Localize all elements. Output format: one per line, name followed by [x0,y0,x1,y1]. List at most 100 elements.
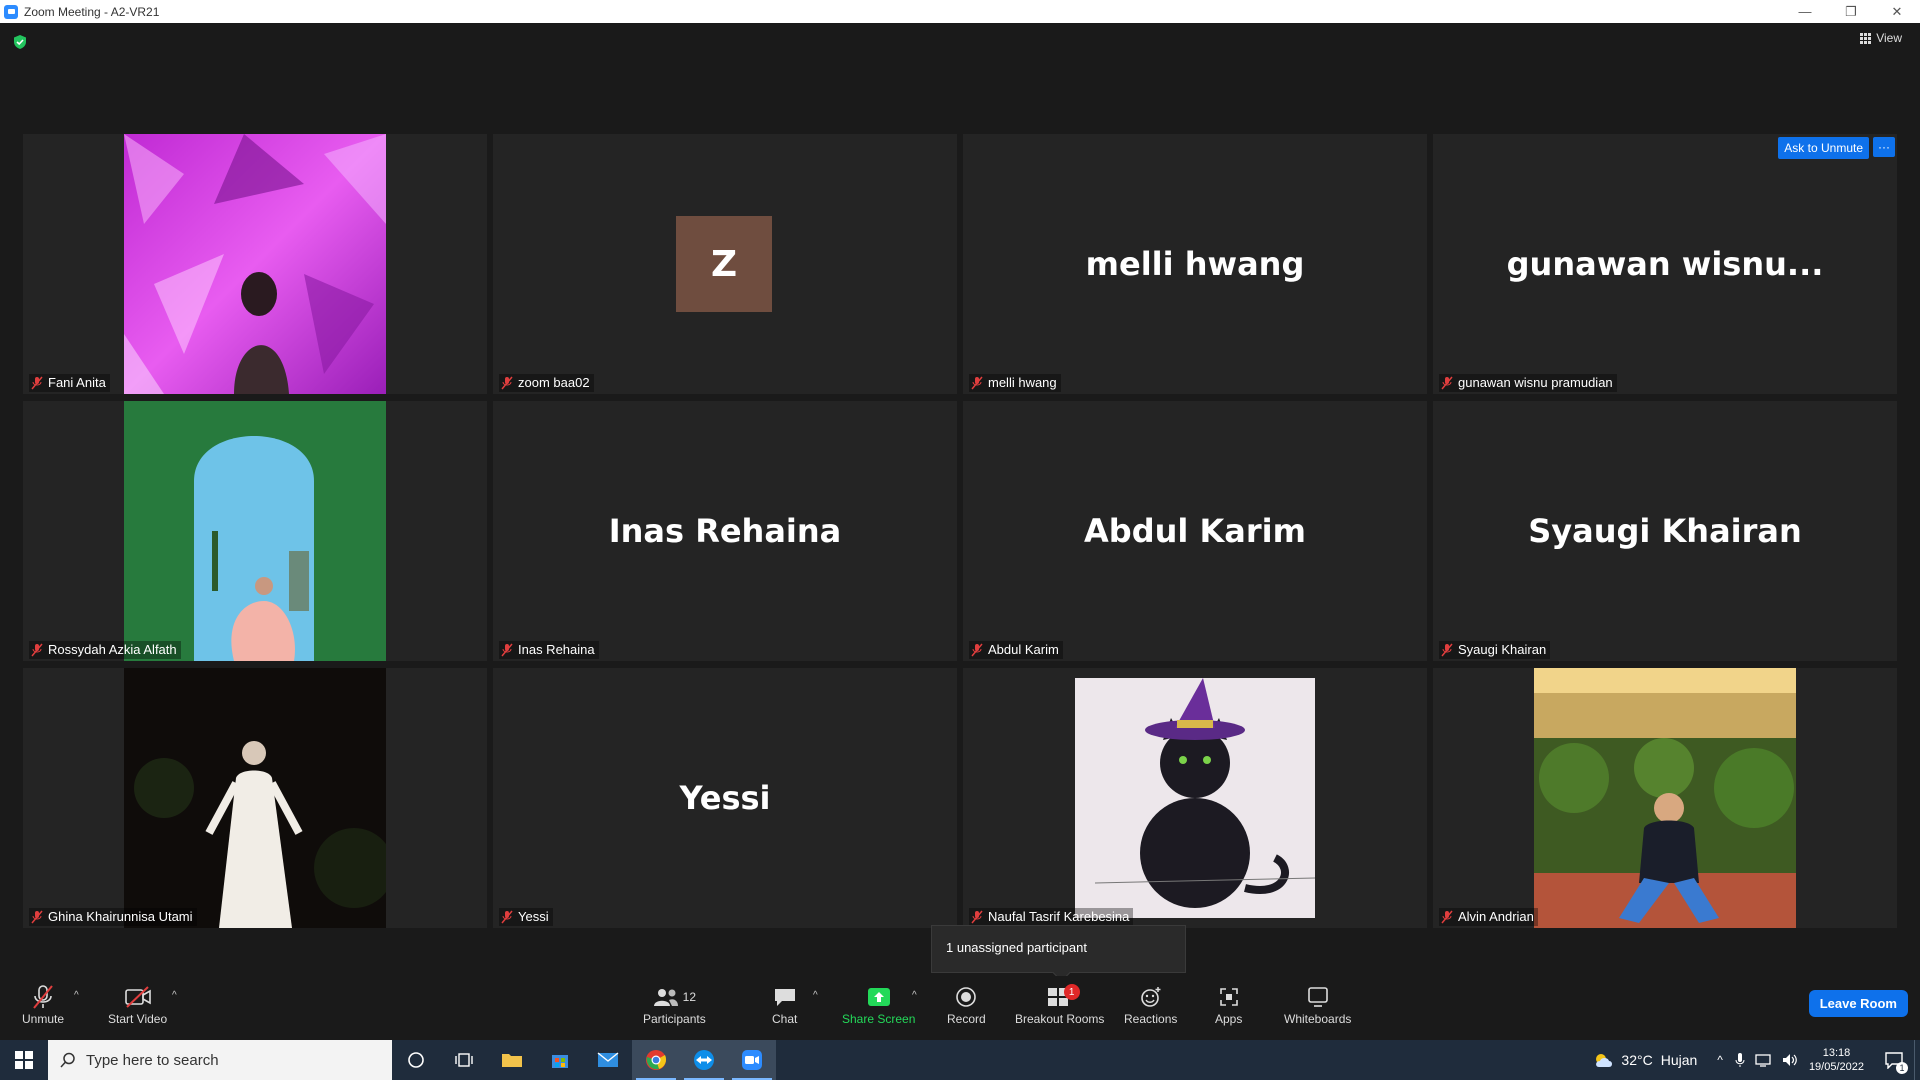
system-tray: 32°C Hujan ^ 13:18 19/05/2022 1 [1593,1040,1920,1080]
zoom-app-icon [4,4,18,19]
volume-icon[interactable] [1781,1052,1799,1068]
audio-options-caret[interactable]: ^ [74,990,79,1001]
participant-tile[interactable]: Z zoom baa02 [493,134,957,394]
taskbar-zoom[interactable] [728,1040,776,1080]
share-options-caret[interactable]: ^ [912,990,917,1001]
weather-temperature[interactable]: 32°C [1621,1052,1652,1068]
participant-name-label: Yessi [499,908,553,926]
share-screen-button[interactable]: Share Screen [842,982,915,1026]
muted-mic-icon [1441,910,1453,923]
start-button[interactable] [0,1040,48,1080]
participant-display-name: Yessi [679,779,771,817]
participant-video-image [124,134,386,394]
weather-cloud-icon[interactable] [1593,1051,1615,1069]
action-center-button[interactable]: 1 [1874,1040,1914,1080]
participants-button[interactable]: 12 Participants [643,982,706,1026]
participant-video-image [1075,678,1315,918]
muted-mic-icon [33,985,53,1009]
view-button[interactable]: View [1860,31,1902,45]
participant-tile[interactable]: Yessi Yessi [493,668,957,928]
whiteboard-icon [1307,987,1328,1007]
tray-overflow-chevron-icon[interactable]: ^ [1717,1053,1723,1067]
weather-description[interactable]: Hujan [1661,1052,1698,1068]
participant-display-name: gunawan wisnu... [1506,245,1824,283]
taskbar-chrome[interactable] [632,1040,680,1080]
participant-tile[interactable]: melli hwang melli hwang [963,134,1427,394]
restore-button[interactable]: ❐ [1828,0,1874,23]
whiteboards-button[interactable]: Whiteboards [1284,982,1351,1026]
participant-tile[interactable]: Inas Rehaina Inas Rehaina [493,401,957,661]
participant-tile[interactable]: Naufal Tasrif Karebesina [963,668,1427,928]
participant-tile[interactable]: Alvin Andrian [1433,668,1897,928]
network-icon[interactable] [1755,1052,1773,1068]
participant-tile[interactable]: Abdul Karim Abdul Karim [963,401,1427,661]
taskbar-search[interactable]: Type here to search [48,1040,392,1080]
clock-date: 19/05/2022 [1808,1061,1864,1073]
leave-room-button[interactable]: Leave Room [1808,990,1908,1017]
cortana-button[interactable] [392,1040,440,1080]
meeting-toolbar: Unmute ^ Start Video ^ 12 Participants C… [0,976,1920,1040]
participant-name-label: Syaugi Khairan [1439,641,1551,659]
apps-button[interactable]: Apps [1215,982,1242,1026]
taskbar-clock[interactable]: 13:18 19/05/2022 [1809,1046,1864,1074]
task-view-button[interactable] [440,1040,488,1080]
muted-mic-icon [1441,376,1453,389]
search-icon [60,1052,75,1068]
participant-display-name: Inas Rehaina [608,512,842,550]
microphone-tray-icon[interactable] [1735,1052,1745,1068]
close-button[interactable]: ✕ [1874,0,1920,23]
muted-mic-icon [31,643,43,656]
participant-display-name: Abdul Karim [1084,512,1306,550]
chat-options-caret[interactable]: ^ [813,990,818,1001]
participant-video-image [124,401,386,661]
participant-tile[interactable]: Ghina Khairunnisa Utami [23,668,487,928]
store-icon [552,1055,568,1068]
muted-mic-icon [971,910,983,923]
participant-name-label: melli hwang [969,374,1061,392]
chat-button[interactable]: Chat [772,982,797,1026]
participant-name-label: Naufal Tasrif Karebesina [969,908,1134,926]
unmute-button[interactable]: Unmute [22,982,64,1026]
participant-tile[interactable]: Fani Anita [23,134,487,394]
muted-mic-icon [1441,643,1453,656]
encryption-shield-icon[interactable] [12,34,28,50]
participant-name-label: Alvin Andrian [1439,908,1538,926]
participant-tile[interactable]: gunawan wisnu... Ask to Unmute ··· gunaw… [1433,134,1897,394]
taskbar-teamviewer[interactable] [680,1040,728,1080]
share-screen-icon [867,988,890,1006]
participant-tile[interactable]: Rossydah Azkia Alfath [23,401,487,661]
participant-name-label: Inas Rehaina [499,641,599,659]
taskbar-mail[interactable] [584,1040,632,1080]
view-label: View [1876,31,1902,45]
cortana-icon [408,1052,424,1068]
chat-icon [774,989,795,1006]
minimize-button[interactable]: — [1782,0,1828,23]
video-options-caret[interactable]: ^ [172,990,177,1001]
record-button[interactable]: Record [947,982,986,1026]
show-desktop-button[interactable] [1914,1040,1920,1080]
start-video-button[interactable]: Start Video [108,982,167,1026]
taskbar-file-explorer[interactable] [488,1040,536,1080]
participant-name-label: Abdul Karim [969,641,1063,659]
participant-name-label: Rossydah Azkia Alfath [29,641,181,659]
clock-time: 13:18 [1822,1047,1851,1059]
muted-mic-icon [501,376,513,389]
reactions-button[interactable]: Reactions [1124,982,1177,1026]
more-options-button[interactable]: ··· [1873,137,1895,157]
participant-video-image [1534,668,1796,928]
taskbar-store[interactable] [536,1040,584,1080]
task-view-icon [455,1053,473,1067]
muted-mic-icon [971,376,983,389]
muted-mic-icon [31,376,43,389]
breakout-rooms-button[interactable]: 1 Breakout Rooms [1015,982,1104,1026]
teamviewer-icon [694,1050,714,1070]
participant-name-label: zoom baa02 [499,374,594,392]
ask-to-unmute-button[interactable]: Ask to Unmute [1778,137,1869,159]
zoom-icon [742,1050,762,1070]
muted-mic-icon [971,643,983,656]
unassigned-participants-tooltip: 1 unassigned participant [931,925,1186,973]
participant-tile[interactable]: Syaugi Khairan Syaugi Khairan [1433,401,1897,661]
participant-name-label: Fani Anita [29,374,110,392]
notification-count: 1 [1896,1062,1908,1074]
windows-taskbar: Type here to search 32°C Hujan ^ 13:18 1… [0,1040,1920,1080]
